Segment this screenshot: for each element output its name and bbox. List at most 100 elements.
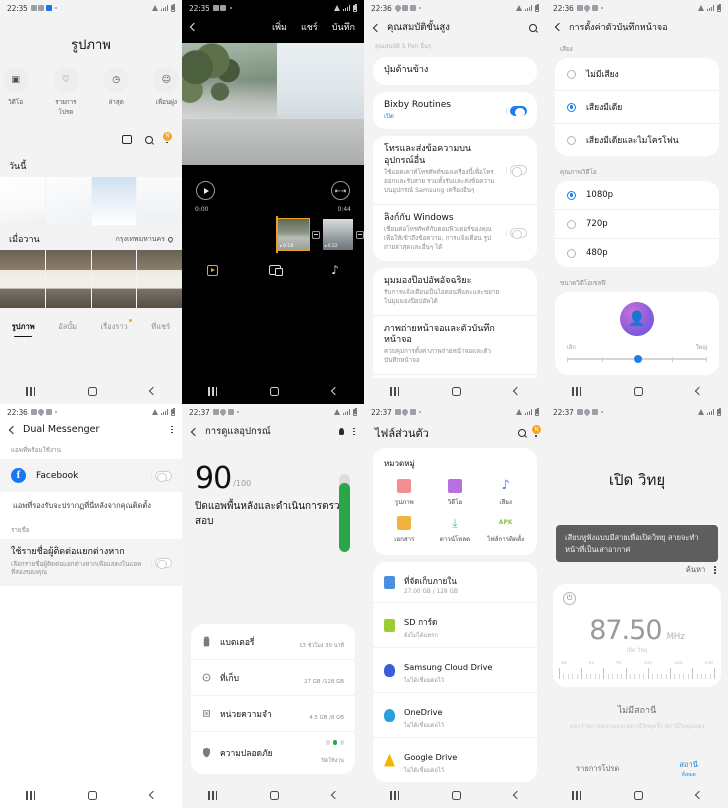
toggle-switch[interactable] xyxy=(506,227,527,240)
storage-google-drive[interactable]: Google Drive ไม่ได้เชื่อมต่อไว้ xyxy=(373,737,537,782)
app-row-facebook[interactable]: f Facebook xyxy=(0,459,182,492)
tab-pictures[interactable]: รูปภาพ xyxy=(12,321,35,338)
category-downloads[interactable]: ⤓ ดาวน์โหลด xyxy=(430,516,481,544)
home-icon[interactable] xyxy=(633,790,643,800)
back-icon[interactable] xyxy=(372,23,382,32)
toggle-switch[interactable] xyxy=(151,557,172,570)
home-icon[interactable] xyxy=(633,386,643,396)
back-icon[interactable] xyxy=(694,790,703,800)
setting-bixby-routines[interactable]: Bixby Routines เปิด xyxy=(373,92,537,130)
thumbnail[interactable] xyxy=(137,177,182,225)
radio-icon[interactable] xyxy=(567,190,576,200)
setting-separate-contacts[interactable]: ใช้รายชื่อผู้ติดต่อแยกต่างหาก เลือกรายชื… xyxy=(0,539,182,587)
quick-item-favorites[interactable]: ♡ รายการโปรด xyxy=(50,67,81,117)
category-documents[interactable]: เอกสาร xyxy=(379,516,430,544)
slider-thumb[interactable] xyxy=(634,355,643,363)
storage-internal[interactable]: ที่จัดเก็บภายใน 27.00 GB / 128 GB xyxy=(373,562,537,602)
category-videos[interactable]: วิดีโอ xyxy=(430,479,481,507)
option-no-sound[interactable]: ไม่มีเสียง xyxy=(555,58,719,90)
radio-icon[interactable] xyxy=(567,135,576,145)
back-icon[interactable] xyxy=(190,427,200,436)
timeline-clip[interactable]: 0:22 xyxy=(322,219,354,250)
timeline-track[interactable]: 0:18 0:22 xyxy=(182,213,364,253)
search-icon[interactable] xyxy=(145,135,154,144)
clip-tool-icon[interactable] xyxy=(207,264,219,276)
transition-tool-icon[interactable] xyxy=(268,265,283,276)
setting-screenshots-recorder[interactable]: ภาพถ่ายหน้าจอและตัวบันทึกหน้าจอ ควบคุมกา… xyxy=(373,314,537,374)
back-icon[interactable] xyxy=(189,22,199,32)
back-icon[interactable] xyxy=(148,790,157,800)
status-row-storage[interactable]: ที่เก็บ 27 GB /128 GB xyxy=(191,659,355,695)
home-icon[interactable] xyxy=(87,386,97,396)
back-icon[interactable] xyxy=(694,386,703,396)
search-label[interactable]: ค้นหา xyxy=(686,564,705,576)
recents-icon[interactable] xyxy=(26,790,36,800)
radio-icon[interactable] xyxy=(567,102,576,112)
thumbnail[interactable] xyxy=(137,250,182,308)
trim-icon[interactable]: ⇤⇥ xyxy=(331,181,350,200)
option-480p[interactable]: 480p xyxy=(555,238,719,267)
tab-stories[interactable]: เรื่องราว xyxy=(101,319,132,333)
search-icon[interactable] xyxy=(518,429,527,437)
audio-tool-icon[interactable]: ♪ xyxy=(331,264,339,276)
option-media-and-mic[interactable]: เสียงมีเดียและไมโครโฟน xyxy=(555,123,719,156)
home-icon[interactable] xyxy=(269,790,279,800)
quick-item-video[interactable]: ▣ วิดีโอ xyxy=(0,67,31,117)
power-icon[interactable]: ⏻ xyxy=(563,592,576,605)
radio-icon[interactable] xyxy=(567,219,576,229)
thumbnail[interactable] xyxy=(45,250,91,308)
recents-icon[interactable] xyxy=(390,790,400,800)
toggle-switch[interactable] xyxy=(506,165,527,177)
video-preview[interactable] xyxy=(182,43,364,165)
home-icon[interactable] xyxy=(451,386,461,396)
play-button[interactable] xyxy=(196,181,215,200)
recents-icon[interactable] xyxy=(208,386,218,396)
thumbnail[interactable] xyxy=(45,177,91,225)
back-icon[interactable] xyxy=(148,386,157,396)
back-icon[interactable] xyxy=(554,22,564,32)
toggle-switch[interactable] xyxy=(506,105,527,118)
home-icon[interactable] xyxy=(87,790,97,800)
home-icon[interactable] xyxy=(451,790,461,800)
overflow-menu-icon[interactable] xyxy=(171,425,173,434)
save-button[interactable]: บันทึก xyxy=(332,20,355,34)
overflow-menu-icon[interactable]: N xyxy=(163,131,172,144)
recents-icon[interactable] xyxy=(572,386,582,396)
status-row-security[interactable]: ความปลอดภัย ปิดใช้งาน xyxy=(191,731,355,774)
recents-icon[interactable] xyxy=(572,790,582,800)
size-slider[interactable] xyxy=(567,355,707,363)
transition-icon[interactable] xyxy=(356,230,364,239)
status-row-battery[interactable]: แบตเตอรี่ 13 ชั่วโมง 30 นาที xyxy=(191,624,355,659)
back-icon[interactable] xyxy=(512,790,521,800)
option-media-sound[interactable]: เสียงมีเดีย xyxy=(555,90,719,123)
overflow-menu-icon[interactable]: N xyxy=(532,425,541,437)
storage-onedrive[interactable]: OneDrive ไม่ได้เชื่อมต่อไว้ xyxy=(373,692,537,737)
category-audio[interactable]: ♪ เสียง xyxy=(480,479,531,507)
recents-icon[interactable] xyxy=(390,386,400,396)
back-icon[interactable] xyxy=(8,425,18,434)
category-apk[interactable]: APK ไฟล์การติดตั้ง xyxy=(480,516,531,544)
option-1080p[interactable]: 1080p xyxy=(555,181,719,209)
search-icon[interactable] xyxy=(529,23,537,32)
tips-icon[interactable] xyxy=(339,427,345,435)
category-images[interactable]: รูปภาพ xyxy=(379,479,430,507)
home-icon[interactable] xyxy=(269,386,279,396)
thumbnail[interactable] xyxy=(0,177,45,225)
recents-icon[interactable] xyxy=(208,790,218,800)
add-button[interactable]: เพิ่ม xyxy=(272,20,287,34)
storage-samsung-cloud[interactable]: Samsung Cloud Drive ไม่ได้เชื่อมต่อไว้ xyxy=(373,647,537,692)
tab-albums[interactable]: อัลบั้ม xyxy=(58,321,77,333)
quick-item-shared[interactable]: ☺ เพื่อนฝูง xyxy=(151,67,182,117)
share-button[interactable]: แชร์ xyxy=(301,20,318,34)
back-icon[interactable] xyxy=(330,386,339,396)
toggle-switch[interactable] xyxy=(151,470,172,483)
thumbnail[interactable] xyxy=(91,177,137,225)
radio-icon[interactable] xyxy=(567,69,576,79)
back-icon[interactable] xyxy=(512,386,521,396)
setting-link-to-windows[interactable]: ลิงก์กับ Windows เชื่อมต่อโทรศัพท์กับคอม… xyxy=(373,203,537,261)
storage-sdcard[interactable]: SD การ์ด ยังไม่ได้แทรก xyxy=(373,602,537,647)
back-icon[interactable] xyxy=(330,790,339,800)
create-icon[interactable] xyxy=(122,135,133,144)
radio-icon[interactable] xyxy=(567,248,576,258)
setting-smart-popup-view[interactable]: มุมมองป๊อปอัพอัจฉริยะ รับการแจ้งเตือนเป็… xyxy=(373,268,537,315)
